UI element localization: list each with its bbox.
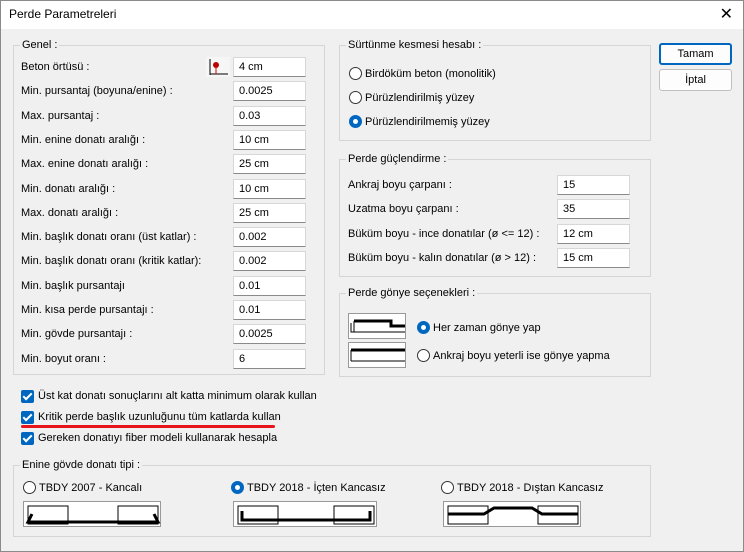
genel-label: Min. başlık donatı oranı (üst katlar) : bbox=[21, 231, 197, 244]
genel-label: Max. pursantaj : bbox=[21, 109, 100, 122]
gonye-radio[interactable] bbox=[417, 349, 430, 362]
gonye-option-label: Ankraj boyu yeterli ise gönye yapma bbox=[433, 350, 610, 362]
tbdy2018-inner-svg bbox=[237, 505, 375, 525]
guclendirme-label: Büküm boyu - kalın donatılar (ø > 12) : bbox=[348, 251, 537, 264]
genel-value-field[interactable]: 0.01 bbox=[233, 275, 306, 296]
genel-label: Min. donatı aralığı : bbox=[21, 182, 116, 195]
enine-option-label: TBDY 2018 - İçten Kancasız bbox=[247, 482, 386, 494]
genel-value-field[interactable]: 6 bbox=[233, 348, 306, 369]
guclendirme-legend: Perde güçlendirme : bbox=[346, 153, 449, 165]
tbdy2007-hooked-icon bbox=[23, 501, 161, 527]
genel-label: Max. enine donatı aralığı : bbox=[21, 158, 149, 171]
tbdy2018-outer-icon bbox=[443, 501, 581, 527]
gonye-skip-icon bbox=[348, 342, 406, 368]
option-checkbox[interactable] bbox=[21, 390, 34, 403]
gonye-always-svg bbox=[350, 319, 405, 333]
genel-value-field[interactable]: 0.0025 bbox=[233, 324, 306, 345]
ok-button[interactable]: Tamam bbox=[659, 43, 732, 65]
guclendirme-value-field[interactable]: 15 cm bbox=[557, 247, 630, 268]
gonye-skip-svg bbox=[350, 348, 405, 362]
option-checkbox-label: Kritik perde başlık uzunluğunu tüm katla… bbox=[38, 411, 281, 423]
enine-radio[interactable] bbox=[441, 481, 454, 494]
genel-value-field[interactable]: 0.01 bbox=[233, 300, 306, 320]
enine-radio[interactable] bbox=[23, 481, 36, 494]
genel-label: Min. başlık donatı oranı (kritik katlar)… bbox=[21, 255, 202, 268]
window-title: Perde Parametreleri bbox=[9, 7, 117, 21]
dialog-window: Perde Parametreleri ✕ Genel : Beton örtü… bbox=[0, 0, 744, 552]
genel-label: Min. kısa perde pursantajı : bbox=[21, 304, 154, 316]
surtunme-option-label: Birdöküm beton (monolitik) bbox=[365, 68, 496, 80]
option-checkbox[interactable] bbox=[21, 411, 34, 424]
tbdy2018-inner-icon bbox=[233, 501, 377, 527]
enine-legend: Enine gövde donatı tipi : bbox=[20, 459, 143, 471]
option-checkbox-label: Gereken donatıyı fiber modeli kullanarak… bbox=[38, 432, 278, 444]
cancel-button[interactable]: İptal bbox=[659, 69, 732, 91]
genel-label: Min. pursantaj (boyuna/enine) : bbox=[21, 85, 173, 98]
guclendirme-label: Uzatma boyu çarpanı : bbox=[348, 203, 459, 216]
genel-label: Max. donatı aralığı : bbox=[21, 206, 119, 219]
genel-label: Beton örtüsü : bbox=[21, 61, 90, 73]
gonye-always-icon bbox=[348, 313, 406, 339]
genel-value-field[interactable]: 10 cm bbox=[233, 129, 306, 150]
surtunme-option-label: Pürüzlendirilmiş yüzey bbox=[365, 92, 475, 104]
genel-value-field[interactable]: 0.002 bbox=[233, 227, 306, 248]
guclendirme-label: Büküm boyu - ince donatılar (ø <= 12) : bbox=[348, 227, 540, 240]
gonye-option-label: Her zaman gönye yap bbox=[433, 322, 541, 334]
genel-label: Min. başlık pursantajı bbox=[21, 279, 125, 292]
tbdy2018-outer-svg bbox=[447, 505, 579, 525]
gonye-radio[interactable] bbox=[417, 321, 430, 334]
option-checkbox-label: Üst kat donatı sonuçlarını alt katta min… bbox=[38, 390, 317, 402]
enine-option-label: TBDY 2007 - Kancalı bbox=[39, 482, 143, 494]
option-checkbox[interactable] bbox=[21, 432, 34, 445]
genel-label: Min. gövde pursantajı : bbox=[21, 328, 133, 341]
enine-option-label: TBDY 2018 - Dıştan Kancasız bbox=[457, 482, 604, 494]
guclendirme-value-field[interactable]: 12 cm bbox=[557, 223, 630, 244]
genel-value-field[interactable]: 25 cm bbox=[233, 202, 306, 223]
genel-value-field[interactable]: 0.0025 bbox=[233, 81, 306, 102]
annotation-underline bbox=[21, 425, 275, 428]
guclendirme-value-field[interactable]: 15 bbox=[557, 175, 630, 195]
genel-value-field[interactable]: 10 cm bbox=[233, 178, 306, 199]
genel-value-field[interactable]: 25 cm bbox=[233, 154, 306, 175]
guclendirme-value-field[interactable]: 35 bbox=[557, 199, 630, 220]
surtunme-radio[interactable] bbox=[349, 67, 362, 80]
genel-value-field[interactable]: 0.03 bbox=[233, 105, 306, 126]
genel-label: Min. boyut oranı : bbox=[21, 352, 106, 365]
genel-legend: Genel : bbox=[20, 39, 60, 51]
close-icon[interactable]: ✕ bbox=[720, 4, 733, 24]
surtunme-radio[interactable] bbox=[349, 91, 362, 104]
gonye-legend: Perde gönye seçenekleri : bbox=[346, 287, 478, 299]
cover-icon-svg bbox=[209, 59, 228, 75]
genel-value-field[interactable]: 4 cm bbox=[233, 57, 306, 77]
enine-radio[interactable] bbox=[231, 481, 244, 494]
genel-value-field[interactable]: 0.002 bbox=[233, 251, 306, 272]
surtunme-option-label: Pürüzlendirilmemiş yüzey bbox=[365, 116, 490, 128]
surtunme-legend: Sürtünme kesmesi hesabı : bbox=[346, 39, 484, 51]
title-bar: Perde Parametreleri ✕ bbox=[1, 1, 743, 29]
guclendirme-label: Ankraj boyu çarpanı : bbox=[348, 179, 452, 191]
cover-icon[interactable] bbox=[206, 57, 230, 77]
genel-label: Min. enine donatı aralığı : bbox=[21, 133, 146, 146]
tbdy2007-svg bbox=[25, 505, 161, 525]
surtunme-radio[interactable] bbox=[349, 115, 362, 128]
